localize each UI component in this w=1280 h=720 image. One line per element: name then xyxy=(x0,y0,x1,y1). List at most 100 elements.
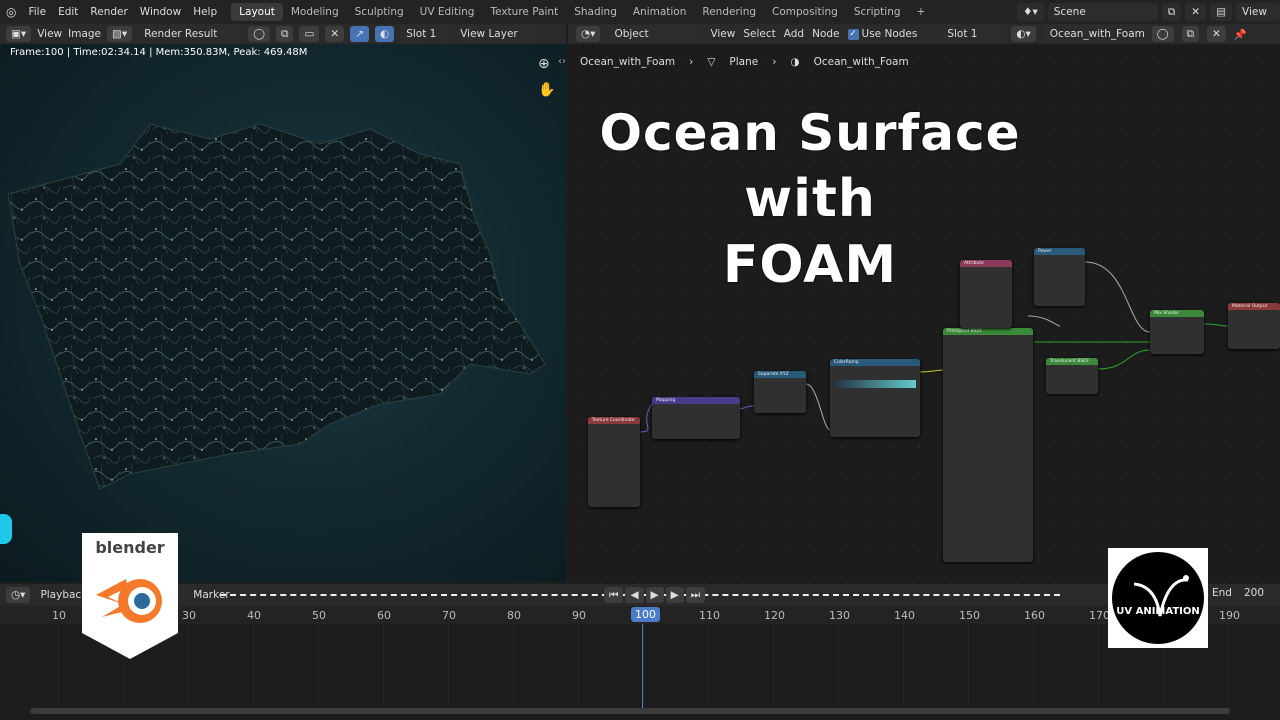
menu-add[interactable]: Add xyxy=(784,28,804,40)
cyan-shape-icon xyxy=(0,514,12,544)
pin-icon[interactable]: 📌 xyxy=(1234,28,1247,41)
uv-animation-logo: UV ANIMATION xyxy=(1108,548,1208,648)
tab-modeling[interactable]: Modeling xyxy=(283,3,347,21)
prev-key-icon[interactable]: ◀ xyxy=(625,587,644,603)
checkbox-icon: ✓ xyxy=(847,28,859,40)
image-browse-icon[interactable]: ▧▾ xyxy=(107,26,133,42)
node-header: Mapping xyxy=(652,397,740,404)
blender-logo-text: blender xyxy=(95,538,164,557)
title-line-2: with xyxy=(744,169,876,229)
fake-user-icon[interactable]: ◯ xyxy=(248,26,270,42)
tick-label: 70 xyxy=(442,609,456,622)
node-power[interactable]: Power xyxy=(1034,248,1085,306)
material-browse-icon[interactable]: ◐▾ xyxy=(1011,26,1036,42)
current-frame-indicator[interactable]: 100 xyxy=(631,607,660,622)
menu-select[interactable]: Select xyxy=(743,28,775,40)
node-material-output[interactable]: Material Output xyxy=(1228,303,1280,349)
unlink-material-icon[interactable]: ✕ xyxy=(1207,26,1226,42)
display-channels-icon[interactable]: ◐ xyxy=(375,26,395,42)
tab-scripting[interactable]: Scripting xyxy=(846,3,909,21)
menu-help[interactable]: Help xyxy=(187,6,223,18)
node-translucent-bsdf[interactable]: Translucent BSDF xyxy=(1046,358,1098,394)
overlay-title: Ocean Surface with FOAM xyxy=(590,100,1030,298)
node-header: Translucent BSDF xyxy=(1046,358,1098,365)
blender-icon[interactable]: ◎ xyxy=(0,5,22,19)
next-key-icon[interactable]: ▶ xyxy=(665,587,684,603)
scene-selector: ♦▾ Scene ⧉ ✕ ▤ View La xyxy=(1017,2,1280,22)
editor-type-icon[interactable]: ▣▾ xyxy=(6,26,32,42)
close-scene-icon[interactable]: ✕ xyxy=(1185,3,1207,21)
title-line-3: FOAM xyxy=(722,235,898,295)
menu-view[interactable]: View xyxy=(710,28,735,40)
timeline-area[interactable] xyxy=(0,624,1280,706)
tab-compositing[interactable]: Compositing xyxy=(764,3,846,21)
tab-layout[interactable]: Layout xyxy=(231,3,283,21)
timeline-ruler[interactable]: 10 20 30 40 50 60 70 80 90 100 110 120 1… xyxy=(0,606,1280,624)
render-result-field[interactable]: Render Result xyxy=(138,25,243,43)
menu-playback[interactable]: Playback xyxy=(40,589,87,601)
zoom-icon[interactable]: ⊕ xyxy=(538,56,550,72)
title-line-1: Ocean Surface xyxy=(599,104,1021,162)
node-color-ramp[interactable]: ColorRamp xyxy=(830,359,920,437)
play-icon[interactable]: ▶ xyxy=(645,587,664,603)
tab-uv-editing[interactable]: UV Editing xyxy=(412,3,483,21)
menu-edit[interactable]: Edit xyxy=(52,6,84,18)
node-header: Mix Shader xyxy=(1150,310,1204,317)
new-scene-icon[interactable]: ⧉ xyxy=(1161,3,1182,21)
tab-sculpting[interactable]: Sculpting xyxy=(347,3,412,21)
use-nodes-label: Use Nodes xyxy=(861,28,918,40)
tab-shading[interactable]: Shading xyxy=(566,3,625,21)
open-image-icon[interactable]: ▭ xyxy=(299,26,320,42)
tick-label: 130 xyxy=(829,609,850,622)
menu-render[interactable]: Render xyxy=(84,6,133,18)
duplicate-material-icon[interactable]: ⧉ xyxy=(1181,26,1200,42)
sidebar-toggle-icon[interactable]: ‹› xyxy=(558,56,566,67)
menu-image[interactable]: Image xyxy=(68,28,101,40)
editor-type-icon[interactable]: ◔▾ xyxy=(576,26,601,42)
tab-rendering[interactable]: Rendering xyxy=(694,3,764,21)
view-layer-field[interactable]: View La xyxy=(1236,3,1280,21)
menu-view[interactable]: View xyxy=(37,28,62,40)
end-field[interactable]: 200 xyxy=(1244,587,1264,599)
render-view[interactable]: Frame:100 | Time:02:34.14 | Mem:350.83M,… xyxy=(0,44,566,582)
tick-label: 110 xyxy=(699,609,720,622)
timeline-header: ◷▾ Playback Marker ⏮ ◀ ▶ ▶ ⏭ End 200 xyxy=(0,584,1280,606)
menu-file[interactable]: File xyxy=(22,6,52,18)
node-header: Texture Coordinate xyxy=(588,417,640,424)
scene-field[interactable]: Scene xyxy=(1047,3,1158,21)
top-bar: ◎ File Edit Render Window Help Layout Mo… xyxy=(0,0,1280,24)
fake-user-icon[interactable]: ◯ xyxy=(1151,26,1174,42)
tick-label: 120 xyxy=(764,609,785,622)
material-field[interactable]: Ocean_with_Foam xyxy=(1043,25,1145,43)
jump-start-icon[interactable]: ⏮ xyxy=(604,587,624,603)
playhead-line xyxy=(642,624,643,708)
add-workspace-button[interactable]: + xyxy=(909,3,934,21)
editor-type-icon[interactable]: ◷▾ xyxy=(6,587,31,603)
tab-texture-paint[interactable]: Texture Paint xyxy=(482,3,566,21)
menu-window[interactable]: Window xyxy=(134,6,187,18)
node-texture-coordinate[interactable]: Texture Coordinate xyxy=(588,417,640,507)
slot-dropdown[interactable]: Slot 1 xyxy=(941,25,1004,43)
view-layer-icon[interactable]: ▤ xyxy=(1210,3,1232,21)
slot-dropdown[interactable]: Slot 1 xyxy=(400,25,449,43)
tick-label: 30 xyxy=(182,609,196,622)
object-mode-dropdown[interactable]: Object xyxy=(608,25,703,43)
view-layer-dropdown[interactable]: View Layer xyxy=(454,25,537,43)
tab-animation[interactable]: Animation xyxy=(625,3,695,21)
pan-hand-icon[interactable]: ✋ xyxy=(538,82,555,98)
color-ramp-bar[interactable] xyxy=(834,380,916,388)
node-header: Principled BSDF xyxy=(943,328,1033,335)
tick-label: 150 xyxy=(959,609,980,622)
sample-tool-icon[interactable]: ↗ xyxy=(350,26,370,42)
use-nodes-checkbox[interactable]: ✓ Use Nodes xyxy=(847,28,918,40)
timeline-scrollbar[interactable] xyxy=(30,708,1230,714)
menu-node[interactable]: Node xyxy=(812,28,839,40)
close-image-icon[interactable]: ✕ xyxy=(325,26,345,42)
jump-end-icon[interactable]: ⏭ xyxy=(685,587,706,603)
node-separate-xyz[interactable]: Separate XYZ xyxy=(754,371,806,413)
node-mix-shader[interactable]: Mix Shader xyxy=(1150,310,1204,354)
scene-icon[interactable]: ♦▾ xyxy=(1017,3,1044,21)
node-principled-bsdf[interactable]: Principled BSDF xyxy=(943,328,1033,562)
new-image-icon[interactable]: ⧉ xyxy=(275,26,294,42)
node-mapping[interactable]: Mapping xyxy=(652,397,740,439)
